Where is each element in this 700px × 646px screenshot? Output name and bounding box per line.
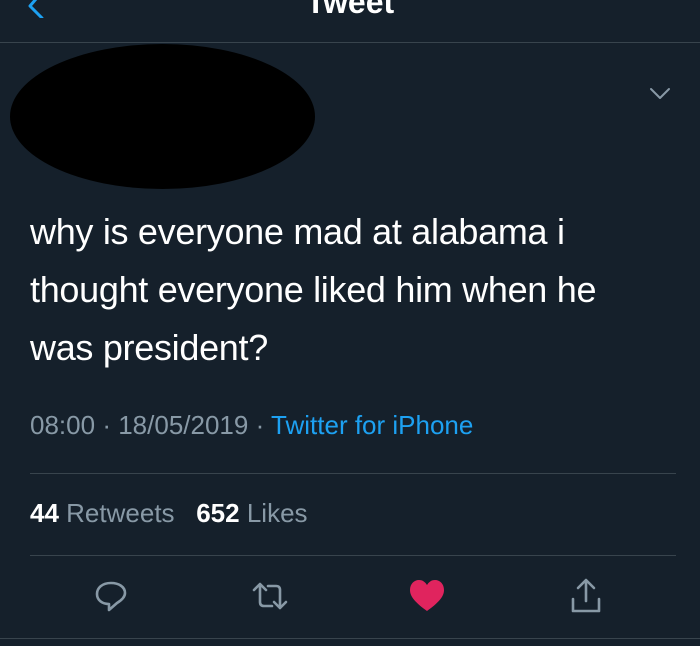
- reply-button[interactable]: [89, 574, 133, 618]
- like-button[interactable]: [405, 574, 449, 618]
- likes-stat[interactable]: 652 Likes: [196, 498, 307, 528]
- tweet-time: 08:00: [30, 410, 96, 440]
- top-bar: Tweet: [0, 0, 700, 43]
- divider: [30, 473, 676, 474]
- chevron-down-icon[interactable]: [648, 86, 672, 102]
- tweet-text-line: was president?: [30, 327, 268, 368]
- action-bar: [0, 574, 700, 624]
- tweet-text: why is everyone mad at alabama i thought…: [30, 203, 670, 377]
- retweets-count: 44: [30, 498, 59, 528]
- likes-label: Likes: [246, 498, 308, 528]
- tweet-text-line: thought everyone liked him when he: [30, 269, 597, 310]
- reply-icon: [95, 581, 127, 612]
- tweet-date: 18/05/2019: [118, 410, 249, 440]
- heart-icon: [410, 580, 444, 611]
- tweet-stats: 44 Retweets 652 Likes: [30, 498, 308, 529]
- divider: [30, 555, 676, 556]
- retweets-label: Retweets: [66, 498, 175, 528]
- retweet-icon: [252, 582, 288, 610]
- tweet-meta: 08:00 · 18/05/2019 · Twitter for iPhone: [30, 410, 473, 441]
- redacted-author-block: [10, 44, 315, 189]
- share-button[interactable]: [564, 574, 608, 618]
- tweet-source-link[interactable]: Twitter for iPhone: [271, 410, 473, 440]
- divider: [0, 638, 700, 639]
- retweet-button[interactable]: [248, 574, 292, 618]
- meta-separator: ·: [255, 410, 265, 440]
- page-title: Tweet: [305, 0, 395, 20]
- meta-separator: ·: [102, 410, 111, 440]
- share-icon: [571, 578, 601, 613]
- retweets-stat[interactable]: 44 Retweets: [30, 498, 175, 528]
- tweet-text-line: why is everyone mad at alabama i: [30, 211, 565, 252]
- likes-count: 652: [196, 498, 240, 528]
